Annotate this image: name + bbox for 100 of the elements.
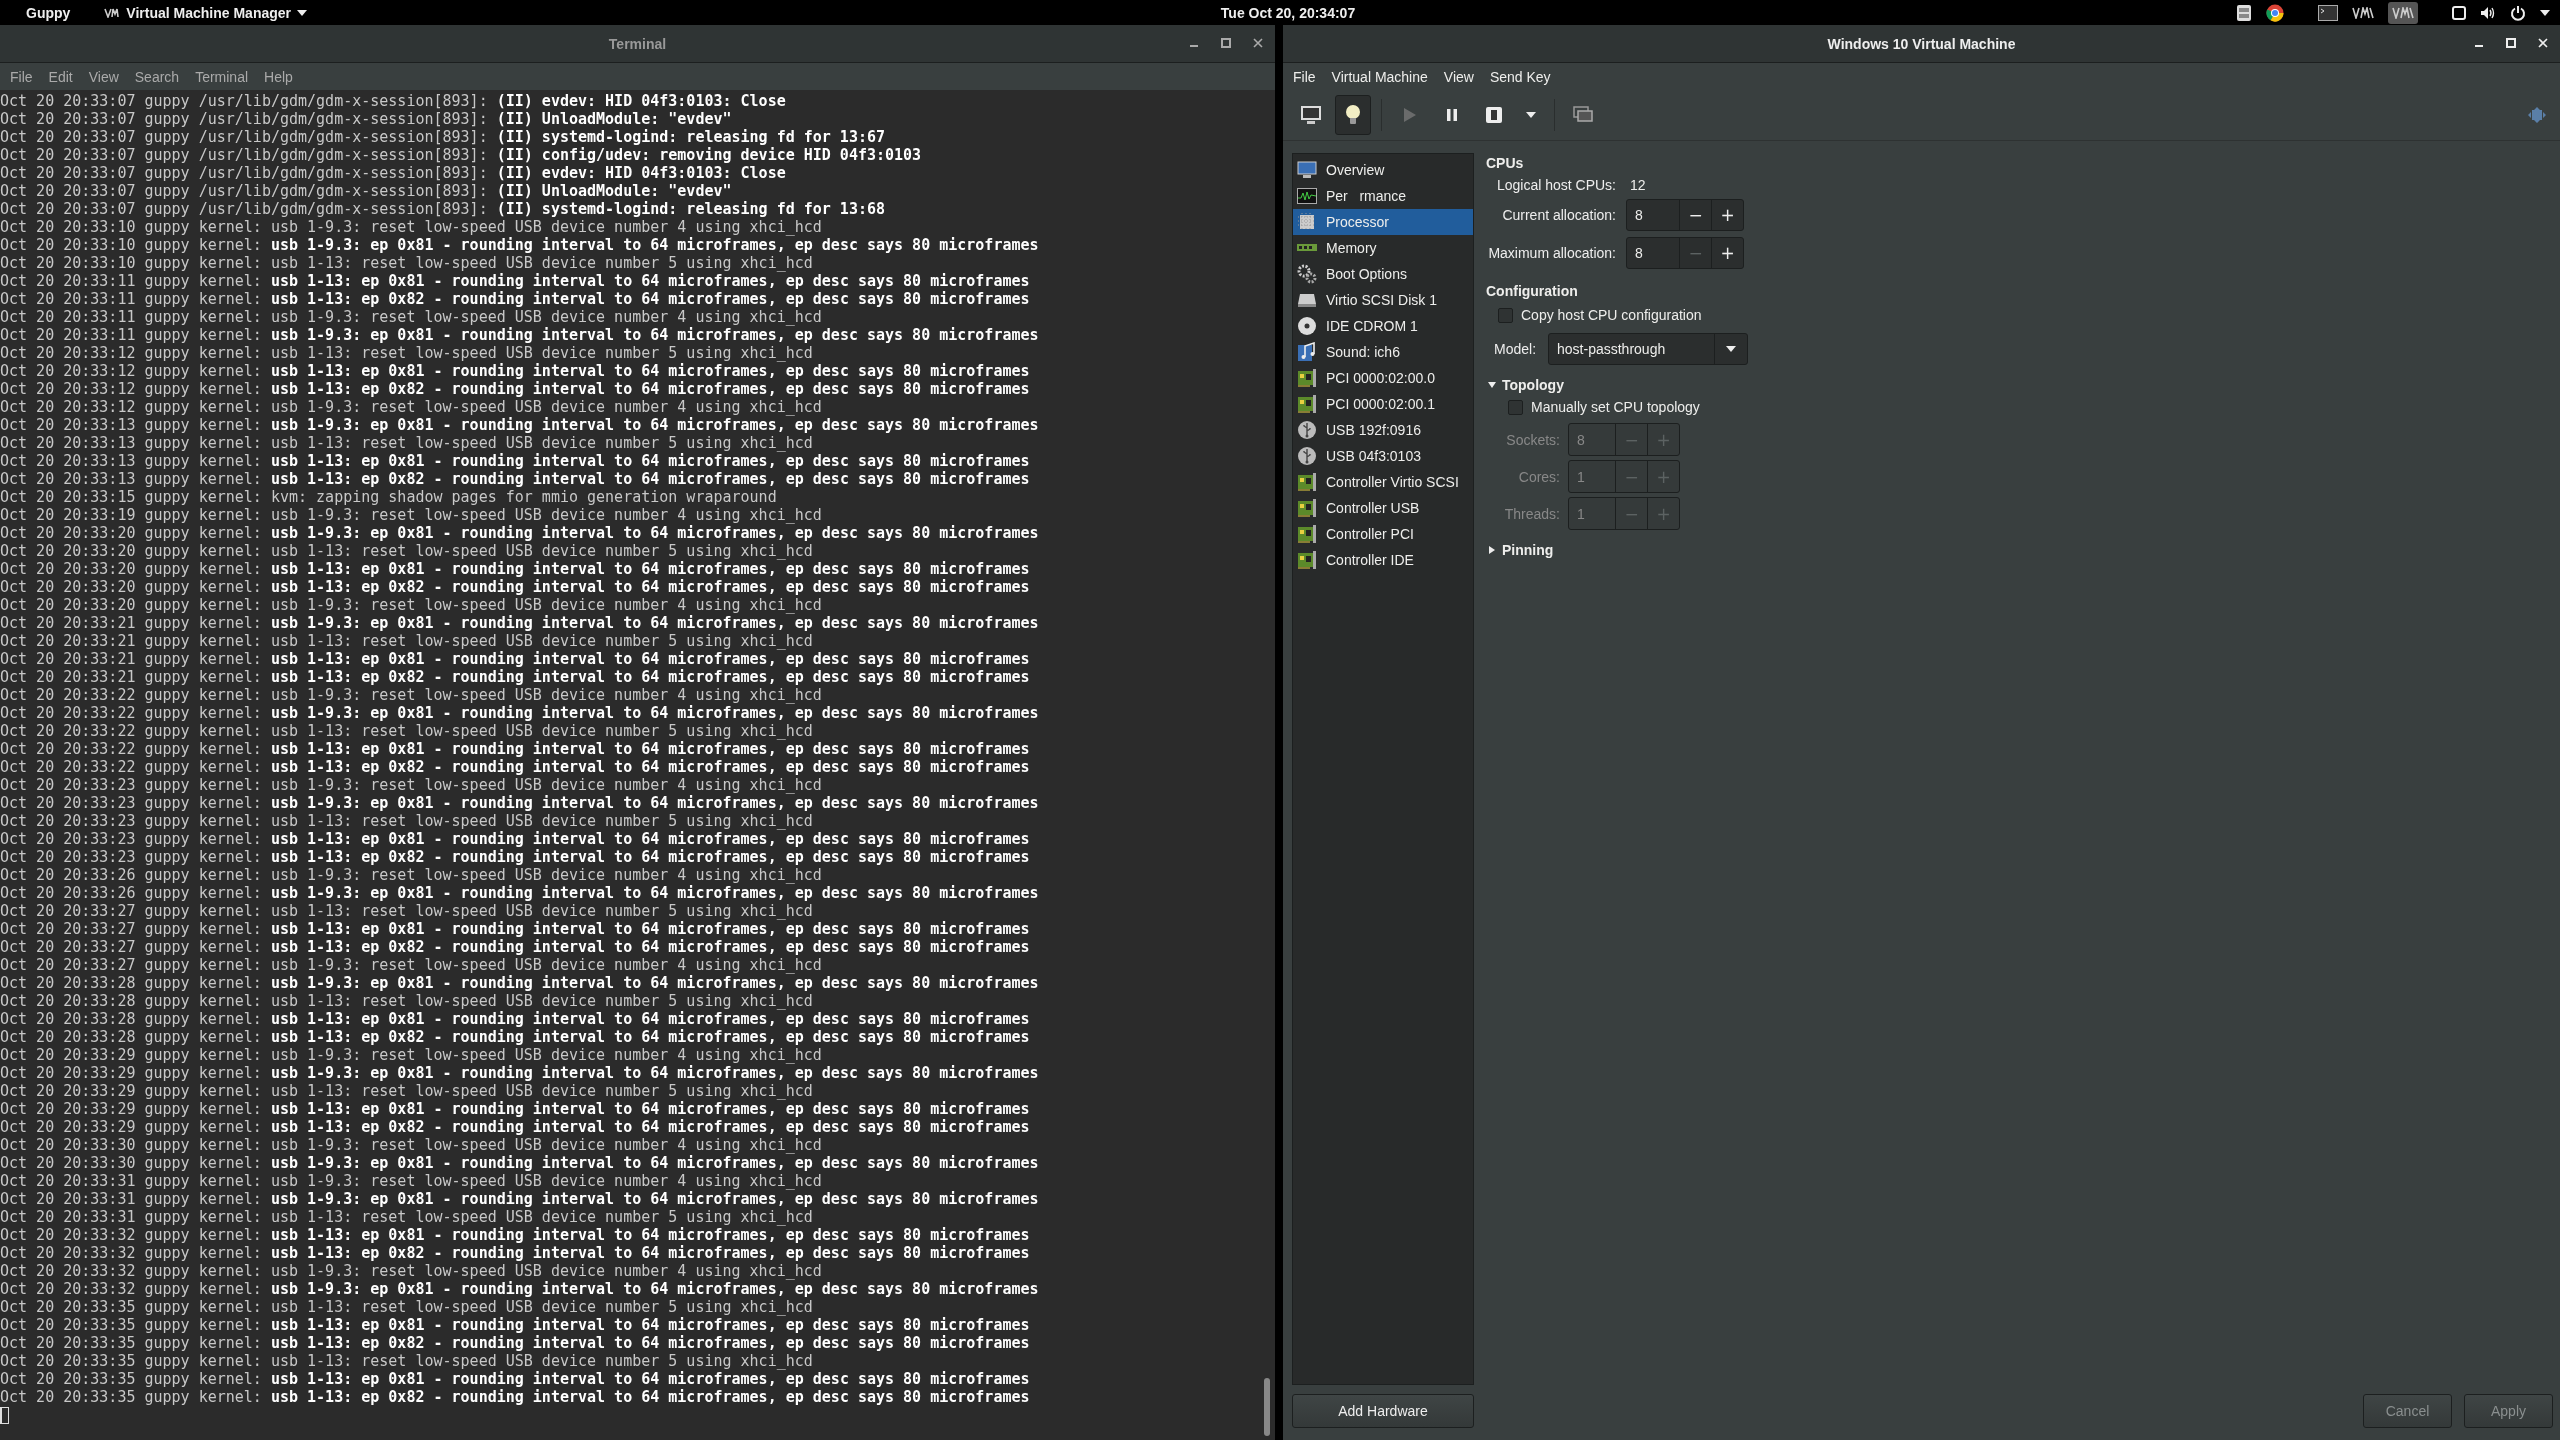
- card-icon: [1296, 472, 1318, 492]
- power-icon[interactable]: [2510, 4, 2526, 21]
- log-line: Oct 20 20:33:12 guppy kernel: usb 1-13: ep 0x82 - rounding interval to 64 microframes, ep desc says 80 microframes: [0, 380, 1031, 398]
- hardware-item[interactable]: Controller Virtio SCSI: [1293, 469, 1473, 495]
- increment-button[interactable]: +: [1711, 200, 1743, 230]
- hardware-item[interactable]: USB 04f3:0103: [1293, 443, 1473, 469]
- add-hardware-button[interactable]: Add Hardware: [1292, 1394, 1474, 1428]
- hardware-item[interactable]: Memory: [1293, 235, 1473, 261]
- hardware-item[interactable]: USB 192f:0916: [1293, 417, 1473, 443]
- field-label: Current allocation:: [1501, 207, 1616, 223]
- log-line: Oct 20 20:33:13 guppy kernel: usb 1-13: reset low-speed USB device number 5 using xhci_hcd: [0, 434, 814, 452]
- window-title: Windows 10 Virtual Machine: [1827, 35, 2016, 52]
- menu-item[interactable]: View: [1435, 68, 1482, 85]
- log-line: Oct 20 20:33:23 guppy kernel: usb 1-9.3: reset low-speed USB device number 4 using xhci_hcd: [0, 776, 823, 794]
- checkbox[interactable]: [1508, 399, 1523, 415]
- vm-icon[interactable]: [2352, 6, 2374, 19]
- hardware-item[interactable]: Sound: ich6: [1293, 339, 1473, 365]
- hardware-item[interactable]: Processor: [1293, 209, 1473, 235]
- expander[interactable]: Topology: [1486, 377, 1564, 393]
- log-line: Oct 20 20:33:21 guppy kernel: usb 1-13: ep 0x81 - rounding interval to 64 microframes, ep desc says 80 microframes: [0, 650, 1031, 668]
- card-icon: [1296, 368, 1318, 388]
- hardware-item[interactable]: Boot Options: [1293, 261, 1473, 287]
- scrollbar-thumb[interactable]: [1264, 1378, 1270, 1436]
- menu-item[interactable]: Search: [126, 68, 188, 85]
- vm-icon: [2392, 6, 2414, 19]
- stop-icon: [1485, 106, 1503, 124]
- graph-icon: [1296, 188, 1318, 204]
- expander[interactable]: Pinning: [1486, 542, 1554, 558]
- hardware-item[interactable]: PCI 0000:02:00.0: [1293, 365, 1473, 391]
- checkbox[interactable]: [1498, 307, 1513, 323]
- speaker-icon[interactable]: [2480, 5, 2496, 20]
- log-line: Oct 20 20:33:35 guppy kernel: usb 1-13: ep 0x81 - rounding interval to 64 microframes, ep desc says 80 microframes: [0, 1370, 1031, 1388]
- log-line: Oct 20 20:33:29 guppy kernel: usb 1-9.3: reset low-speed USB device number 4 using xhci_hcd: [0, 1046, 823, 1064]
- log-line: Oct 20 20:33:26 guppy kernel: usb 1-9.3: reset low-speed USB device number 4 using xhci_hcd: [0, 866, 823, 884]
- resize-icon[interactable]: [2528, 107, 2546, 123]
- hardware-item[interactable]: Per rmance: [1293, 183, 1473, 209]
- maximize-icon[interactable]: [1221, 38, 1231, 48]
- log-line: Oct 20 20:33:26 guppy kernel: usb 1-9.3: ep 0x81 - rounding interval to 64 microframes, ep desc says 80 microframes: [0, 884, 1040, 902]
- log-line: Oct 20 20:33:23 guppy kernel: usb 1-13: ep 0x82 - rounding interval to 64 microframes, ep desc says 80 microframes: [0, 848, 1031, 866]
- usb-icon: [1296, 420, 1318, 440]
- log-line: Oct 20 20:33:29 guppy kernel: usb 1-13: ep 0x82 - rounding interval to 64 microframes, ep desc says 80 microframes: [0, 1118, 1031, 1136]
- hardware-item[interactable]: PCI 0000:02:00.1: [1293, 391, 1473, 417]
- field-label: Maximum allocation:: [1487, 245, 1616, 261]
- toolbar-button[interactable]: [1335, 95, 1371, 135]
- menu-item[interactable]: Edit: [40, 68, 81, 85]
- log-line: Oct 20 20:33:07 guppy /usr/lib/gdm/gdm-x-session[893]: (II) evdev: HID 04f3:0103: Close: [0, 92, 787, 110]
- monitor-icon: [1296, 161, 1318, 179]
- activities-button[interactable]: Guppy: [26, 4, 71, 21]
- log-line: Oct 20 20:33:32 guppy kernel: usb 1-9.3: reset low-speed USB device number 4 using xhci_hcd: [0, 1262, 823, 1280]
- lightbulb-icon: [1345, 104, 1361, 126]
- menu-item[interactable]: File: [1285, 68, 1324, 85]
- gear-icon: [1296, 264, 1318, 284]
- log-line: Oct 20 20:33:22 guppy kernel: usb 1-13: ep 0x81 - rounding interval to 64 microframes, ep desc says 80 microframes: [0, 740, 1031, 758]
- checkbox-label[interactable]: Copy host CPU configuration: [1521, 307, 1702, 323]
- menu-item[interactable]: Virtual Machine: [1323, 68, 1436, 85]
- menu-item[interactable]: Help: [256, 68, 301, 85]
- spin-field[interactable]: 8 − +: [1626, 199, 1744, 231]
- log-line: Oct 20 20:33:23 guppy kernel: usb 1-13: ep 0x81 - rounding interval to 64 microframes, ep desc says 80 microframes: [0, 830, 1031, 848]
- log-line: Oct 20 20:33:28 guppy kernel: usb 1-13: ep 0x81 - rounding interval to 64 microframes, ep desc says 80 microframes: [0, 1010, 1031, 1028]
- hardware-item[interactable]: Controller USB: [1293, 495, 1473, 521]
- log-line: Oct 20 20:33:11 guppy kernel: usb 1-9.3: reset low-speed USB device number 4 using xhci_hcd: [0, 308, 823, 326]
- checkbox-label[interactable]: Manually set CPU topology: [1531, 399, 1700, 415]
- hardware-item[interactable]: Controller IDE: [1293, 547, 1473, 573]
- browser-icon[interactable]: [2266, 3, 2284, 22]
- card-icon: [1296, 394, 1318, 414]
- hardware-item[interactable]: Controller PCI: [1293, 521, 1473, 547]
- app-icon: [104, 7, 121, 18]
- close-icon[interactable]: [1253, 38, 1263, 48]
- log-line: Oct 20 20:33:22 guppy kernel: usb 1-13: reset low-speed USB device number 5 using xhci_hcd: [0, 722, 814, 740]
- log-line: Oct 20 20:33:32 guppy kernel: usb 1-13: ep 0x81 - rounding interval to 64 microframes, ep desc says 80 microframes: [0, 1226, 1031, 1244]
- decrement-button[interactable]: −: [1679, 200, 1711, 230]
- log-line: Oct 20 20:33:10 guppy kernel: usb 1-9.3: reset low-speed USB device number 4 using xhci_hcd: [0, 218, 823, 236]
- section-heading: Configuration: [1486, 283, 1579, 299]
- terminal-icon[interactable]: [2318, 4, 2338, 21]
- log-line: Oct 20 20:33:20 guppy kernel: usb 1-13: ep 0x82 - rounding interval to 64 microframes, ep desc says 80 microframes: [0, 578, 1031, 596]
- caret-icon[interactable]: [2540, 9, 2550, 16]
- increment-button[interactable]: +: [1711, 238, 1743, 268]
- tray-button[interactable]: [2388, 1, 2418, 24]
- log-line: Oct 20 20:33:31 guppy kernel: usb 1-13: reset low-speed USB device number 5 using xhci_hcd: [0, 1208, 814, 1226]
- log-line: Oct 20 20:33:28 guppy kernel: usb 1-13: ep 0x82 - rounding interval to 64 microframes, ep desc says 80 microframes: [0, 1028, 1031, 1046]
- cabinet-icon[interactable]: [2236, 3, 2252, 22]
- menu-item[interactable]: File: [2, 68, 41, 85]
- log-line: Oct 20 20:33:15 guppy kernel: kvm: zapping shadow pages for mmio generation wraparound: [0, 488, 778, 506]
- menu-item[interactable]: Terminal: [187, 68, 257, 85]
- log-line: Oct 20 20:33:13 guppy kernel: usb 1-13: ep 0x82 - rounding interval to 64 microframes, ep desc says 80 microframes: [0, 470, 1031, 488]
- log-line: Oct 20 20:33:21 guppy kernel: usb 1-13: ep 0x82 - rounding interval to 64 microframes, ep desc says 80 microframes: [0, 668, 1031, 686]
- field-label: Cores:: [1517, 468, 1560, 485]
- log-line: Oct 20 20:33:32 guppy kernel: usb 1-9.3: ep 0x81 - rounding interval to 64 microframes, ep desc says 80 microframes: [0, 1280, 1040, 1298]
- clock[interactable]: Tue Oct 20, 20:34:07: [1220, 4, 1356, 21]
- menu-item[interactable]: View: [80, 68, 127, 85]
- window-icon[interactable]: [2452, 5, 2466, 20]
- monitor-icon: [1300, 105, 1322, 125]
- field-value: 12: [1629, 177, 1647, 193]
- hardware-item[interactable]: Virtio SCSI Disk 1: [1293, 287, 1473, 313]
- hardware-item[interactable]: IDE CDROM 1: [1293, 313, 1473, 339]
- log-line: Oct 20 20:33:07 guppy /usr/lib/gdm/gdm-x-session[893]: (II) config/udev: removing device HID 04f3:0103: [0, 146, 923, 164]
- app-menu[interactable]: Virtual Machine Manager: [104, 4, 308, 21]
- menu-item[interactable]: Send Key: [1481, 68, 1559, 85]
- model-dropdown[interactable]: host-passthrough: [1548, 333, 1749, 365]
- hardware-item[interactable]: Overview: [1293, 157, 1473, 183]
